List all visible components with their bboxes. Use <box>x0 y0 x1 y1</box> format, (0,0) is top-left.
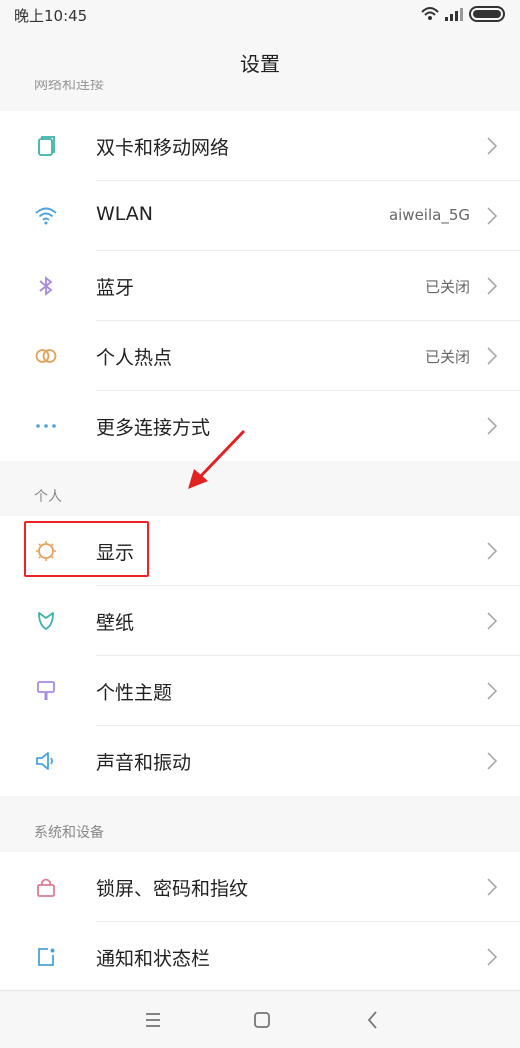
row-theme[interactable]: 个性主题 <box>0 656 520 726</box>
section-header-network: 网络和连接 <box>34 80 104 93</box>
chevron-right-icon <box>487 752 498 770</box>
navigation-bar <box>0 990 520 1048</box>
status-icons <box>420 4 510 24</box>
chevron-right-icon <box>487 417 498 435</box>
chevron-right-icon <box>487 207 498 225</box>
row-label: 通知和状态栏 <box>96 948 211 970</box>
chevron-right-icon <box>487 542 498 560</box>
chevron-right-icon <box>487 682 498 700</box>
row-label: 锁屏、密码和指纹 <box>96 878 249 900</box>
row-hotspot[interactable]: 个人热点 已关闭 <box>0 321 520 391</box>
row-wlan[interactable]: WLAN aiweila_5G <box>0 181 520 251</box>
wifi-status-icon <box>421 7 439 20</box>
row-wallpaper[interactable]: 壁纸 <box>0 586 520 656</box>
row-value: 已关闭 <box>424 348 470 366</box>
row-notifications[interactable]: 通知和状态栏 <box>0 922 520 990</box>
more-dots-icon <box>36 424 56 428</box>
wallpaper-icon <box>38 612 54 630</box>
row-more-connections[interactable]: 更多连接方式 <box>0 391 520 461</box>
chevron-right-icon <box>487 948 498 966</box>
speaker-icon <box>36 752 53 770</box>
sim-card-icon <box>38 136 55 156</box>
notification-icon <box>38 948 55 966</box>
row-sound[interactable]: 声音和振动 <box>0 726 520 796</box>
home-icon[interactable] <box>247 1005 277 1035</box>
status-time: 晚上10:45 <box>14 7 88 25</box>
signal-icon <box>445 8 463 21</box>
row-value: 已关闭 <box>424 278 470 296</box>
chevron-right-icon <box>487 277 498 295</box>
back-icon[interactable] <box>358 1005 388 1035</box>
row-label: 蓝牙 <box>96 277 135 299</box>
row-lock[interactable]: 锁屏、密码和指纹 <box>0 852 520 922</box>
section-header-personal: 个人 <box>0 461 520 516</box>
row-label: WLAN <box>96 203 154 225</box>
row-bluetooth[interactable]: 蓝牙 已关闭 <box>0 251 520 321</box>
row-label: 声音和振动 <box>96 752 192 774</box>
page-title: 设置 <box>240 52 280 76</box>
theme-brush-icon <box>37 681 55 700</box>
wifi-icon <box>35 207 57 225</box>
chevron-right-icon <box>487 137 498 155</box>
lock-icon <box>37 878 55 897</box>
chevron-right-icon <box>487 612 498 630</box>
highlight-box <box>24 521 149 577</box>
row-value: aiweila_5G <box>388 206 470 224</box>
row-dual-sim[interactable]: 双卡和移动网络 <box>0 111 520 181</box>
chevron-right-icon <box>487 878 498 896</box>
section-header-system: 系统和设备 <box>0 796 520 852</box>
bluetooth-icon <box>39 276 53 296</box>
status-bar: 晚上10:45 <box>0 0 520 30</box>
hotspot-icon <box>35 349 57 363</box>
row-label: 个人热点 <box>96 347 173 369</box>
row-label: 个性主题 <box>96 682 173 704</box>
battery-icon <box>469 6 505 22</box>
chevron-right-icon <box>487 347 498 365</box>
annotation-arrow <box>188 429 246 489</box>
menu-icon[interactable] <box>138 1005 168 1035</box>
row-label: 双卡和移动网络 <box>96 137 230 159</box>
row-label: 壁纸 <box>96 612 135 634</box>
